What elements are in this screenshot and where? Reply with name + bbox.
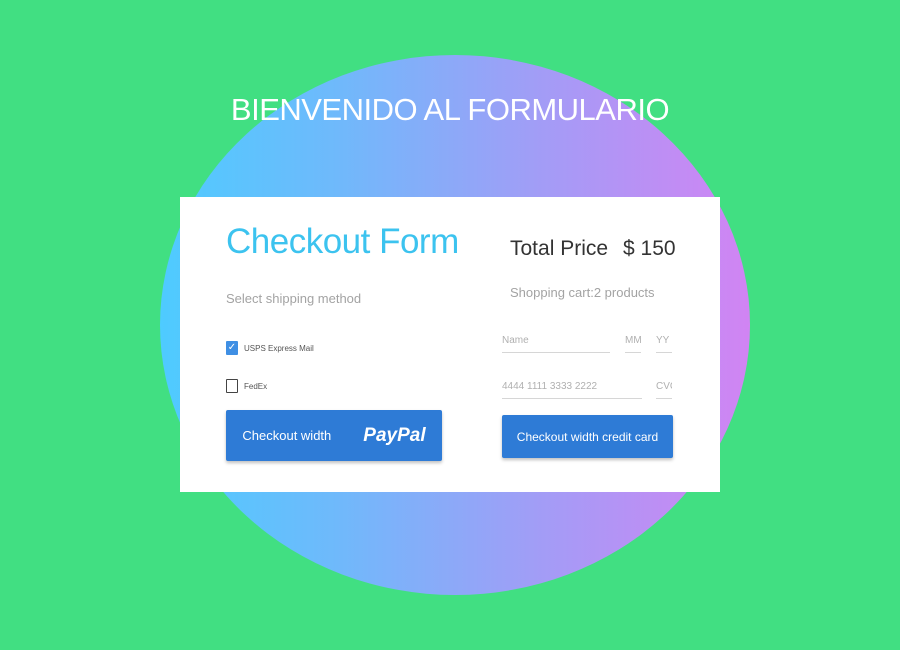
checkout-form-title: Checkout Form [226, 222, 459, 261]
paypal-checkout-button[interactable]: Checkout width PayPal [226, 410, 442, 461]
shipping-option-label: USPS Express Mail [244, 343, 314, 353]
checkout-card: Checkout Form Select shipping method ✓ U… [180, 197, 720, 492]
total-price-label: Total Price [510, 237, 609, 260]
cardholder-name-input[interactable] [502, 335, 610, 353]
checkbox-unchecked-icon[interactable] [226, 379, 238, 393]
paypal-logo-icon: PayPal [363, 424, 426, 446]
card-number-input[interactable] [502, 381, 642, 399]
shopping-cart-count: Shopping cart:2 products [510, 285, 655, 300]
checkbox-checked-icon[interactable]: ✓ [226, 341, 238, 355]
shipping-option-fedex[interactable]: FedEx [226, 379, 267, 393]
shipping-method-label: Select shipping method [226, 291, 362, 306]
expiry-year-input[interactable] [656, 335, 672, 353]
cvc-input[interactable] [656, 381, 672, 399]
shipping-option-label: FedEx [244, 381, 268, 391]
credit-card-checkout-button[interactable]: Checkout width credit card [502, 415, 673, 458]
paypal-button-label: Checkout width [242, 428, 332, 443]
expiry-month-input[interactable] [625, 335, 641, 353]
shipping-option-usps[interactable]: ✓ USPS Express Mail [226, 341, 314, 355]
welcome-heading: BIENVENIDO AL FORMULARIO [230, 92, 670, 127]
total-price-value: $ 150 [623, 237, 676, 260]
